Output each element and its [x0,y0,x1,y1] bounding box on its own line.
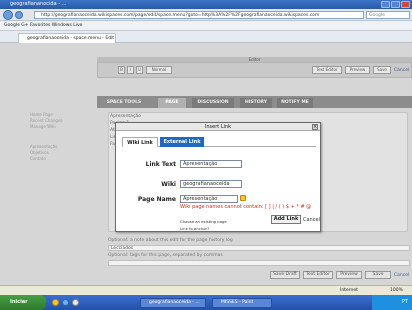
tab-discussion[interactable]: DISCUSSION [192,98,234,108]
add-link-button[interactable]: Add Link [271,215,301,224]
edit-note-field[interactable]: Lecciados [108,245,410,251]
sidebar-item-manage[interactable]: Manage Wiki [30,124,96,130]
quick-launch-icon[interactable] [52,299,59,306]
sidebar: Home Page Recent Changes Manage Wiki Apr… [30,112,96,212]
forward-icon[interactable] [15,11,23,19]
page-name-input[interactable]: Apresentação [180,195,238,203]
link-text-label: Link Text [145,161,176,168]
close-window-button[interactable] [401,1,410,8]
content-line: Apresentação [110,114,141,119]
italic-button[interactable]: I [127,66,134,74]
quick-launch-icon[interactable] [62,299,69,306]
search-input[interactable]: Google [366,11,410,19]
dialog-title: Insert Link [116,123,320,131]
status-bar: Internet 100% [0,285,412,295]
task-browser[interactable]: geografianaoceida - ... [140,298,206,308]
cancel-link[interactable]: Cancel [394,68,409,73]
page-name-warning: Wiki page names cannot contain: [ ] | / … [180,204,312,210]
window-controls [381,1,410,8]
tab-wiki-link[interactable]: Wiki Link [122,137,158,147]
format-select[interactable]: Normal [146,66,172,74]
browser-toolbar: Google G+ Favorites Windows Live [0,21,412,31]
link-text-input[interactable]: Apresentação [180,160,242,168]
edit-note-label: Optional: a note about this edit for the… [108,238,233,243]
tab-strip: geografianaoceida - space.menu - Edit [0,31,412,43]
text-editor-bottom-button[interactable]: Text Editor [303,271,333,279]
wiki-label: Wiki [161,181,176,188]
tags-field[interactable] [108,260,410,266]
sidebar-item-contato[interactable]: Contato [30,156,96,162]
window-title: geografiananocida - ... [10,1,67,7]
quick-launch-icon[interactable] [72,299,79,306]
task-paint[interactable]: MISSES - Paint [212,298,272,308]
preview-button[interactable]: Preview [345,66,370,74]
tab-page[interactable]: PAGE [158,98,186,108]
dialog-tabs: Wiki Link External Link [122,137,316,147]
link-anchor-link[interactable]: Link to anchor? [180,226,209,231]
choose-existing-link[interactable]: Choose an existing page [180,219,227,224]
minimize-button[interactable] [381,1,390,8]
text-editor-button[interactable]: Text Editor [312,66,342,74]
tab-history[interactable]: HISTORY [240,98,272,108]
taskbar: Iniciar geografianaoceida - ... MISSES -… [0,295,412,310]
address-row: http://geografianaoceida.wikispaces.com/… [0,9,412,21]
tab-space-tools[interactable]: SPACE TOOLS [97,98,151,108]
system-tray: PT [372,295,412,310]
close-icon[interactable]: × [312,124,318,130]
save-bottom-button[interactable]: Save [365,271,391,279]
dialog-cancel-link[interactable]: Cancel [303,217,320,223]
tab-notify-me[interactable]: NOTIFY ME [277,98,313,108]
insert-link-dialog: Insert Link × Wiki Link External Link Li… [115,122,321,232]
save-draft-button[interactable]: Save Draft [270,271,300,279]
bold-button[interactable]: B [118,66,125,74]
tab-external-link[interactable]: External Link [160,137,204,147]
warning-icon [240,195,246,201]
page-name-label: Page Name [137,196,176,203]
underline-button[interactable]: U [136,66,143,74]
preview-bottom-button[interactable]: Preview [336,271,362,279]
toolbar-text[interactable]: Google G+ Favorites Windows Live [0,23,82,28]
save-button[interactable]: Save [373,66,391,74]
tab-active[interactable]: geografianaoceida - space.menu - Edit [18,33,116,43]
address-bar[interactable]: http://geografianaoceida.wikispaces.com/… [34,11,364,19]
wiki-input[interactable]: geografianaoceida [180,180,242,188]
cancel-bottom-link[interactable]: Cancel [394,273,409,278]
maximize-button[interactable] [391,1,400,8]
window-titlebar: geografiananocida - ... [0,0,412,9]
back-icon[interactable] [3,10,13,20]
start-button[interactable]: Iniciar [0,295,46,310]
clock: PT [401,299,408,305]
tags-label: Optional: tags for this page, separated … [108,253,223,258]
